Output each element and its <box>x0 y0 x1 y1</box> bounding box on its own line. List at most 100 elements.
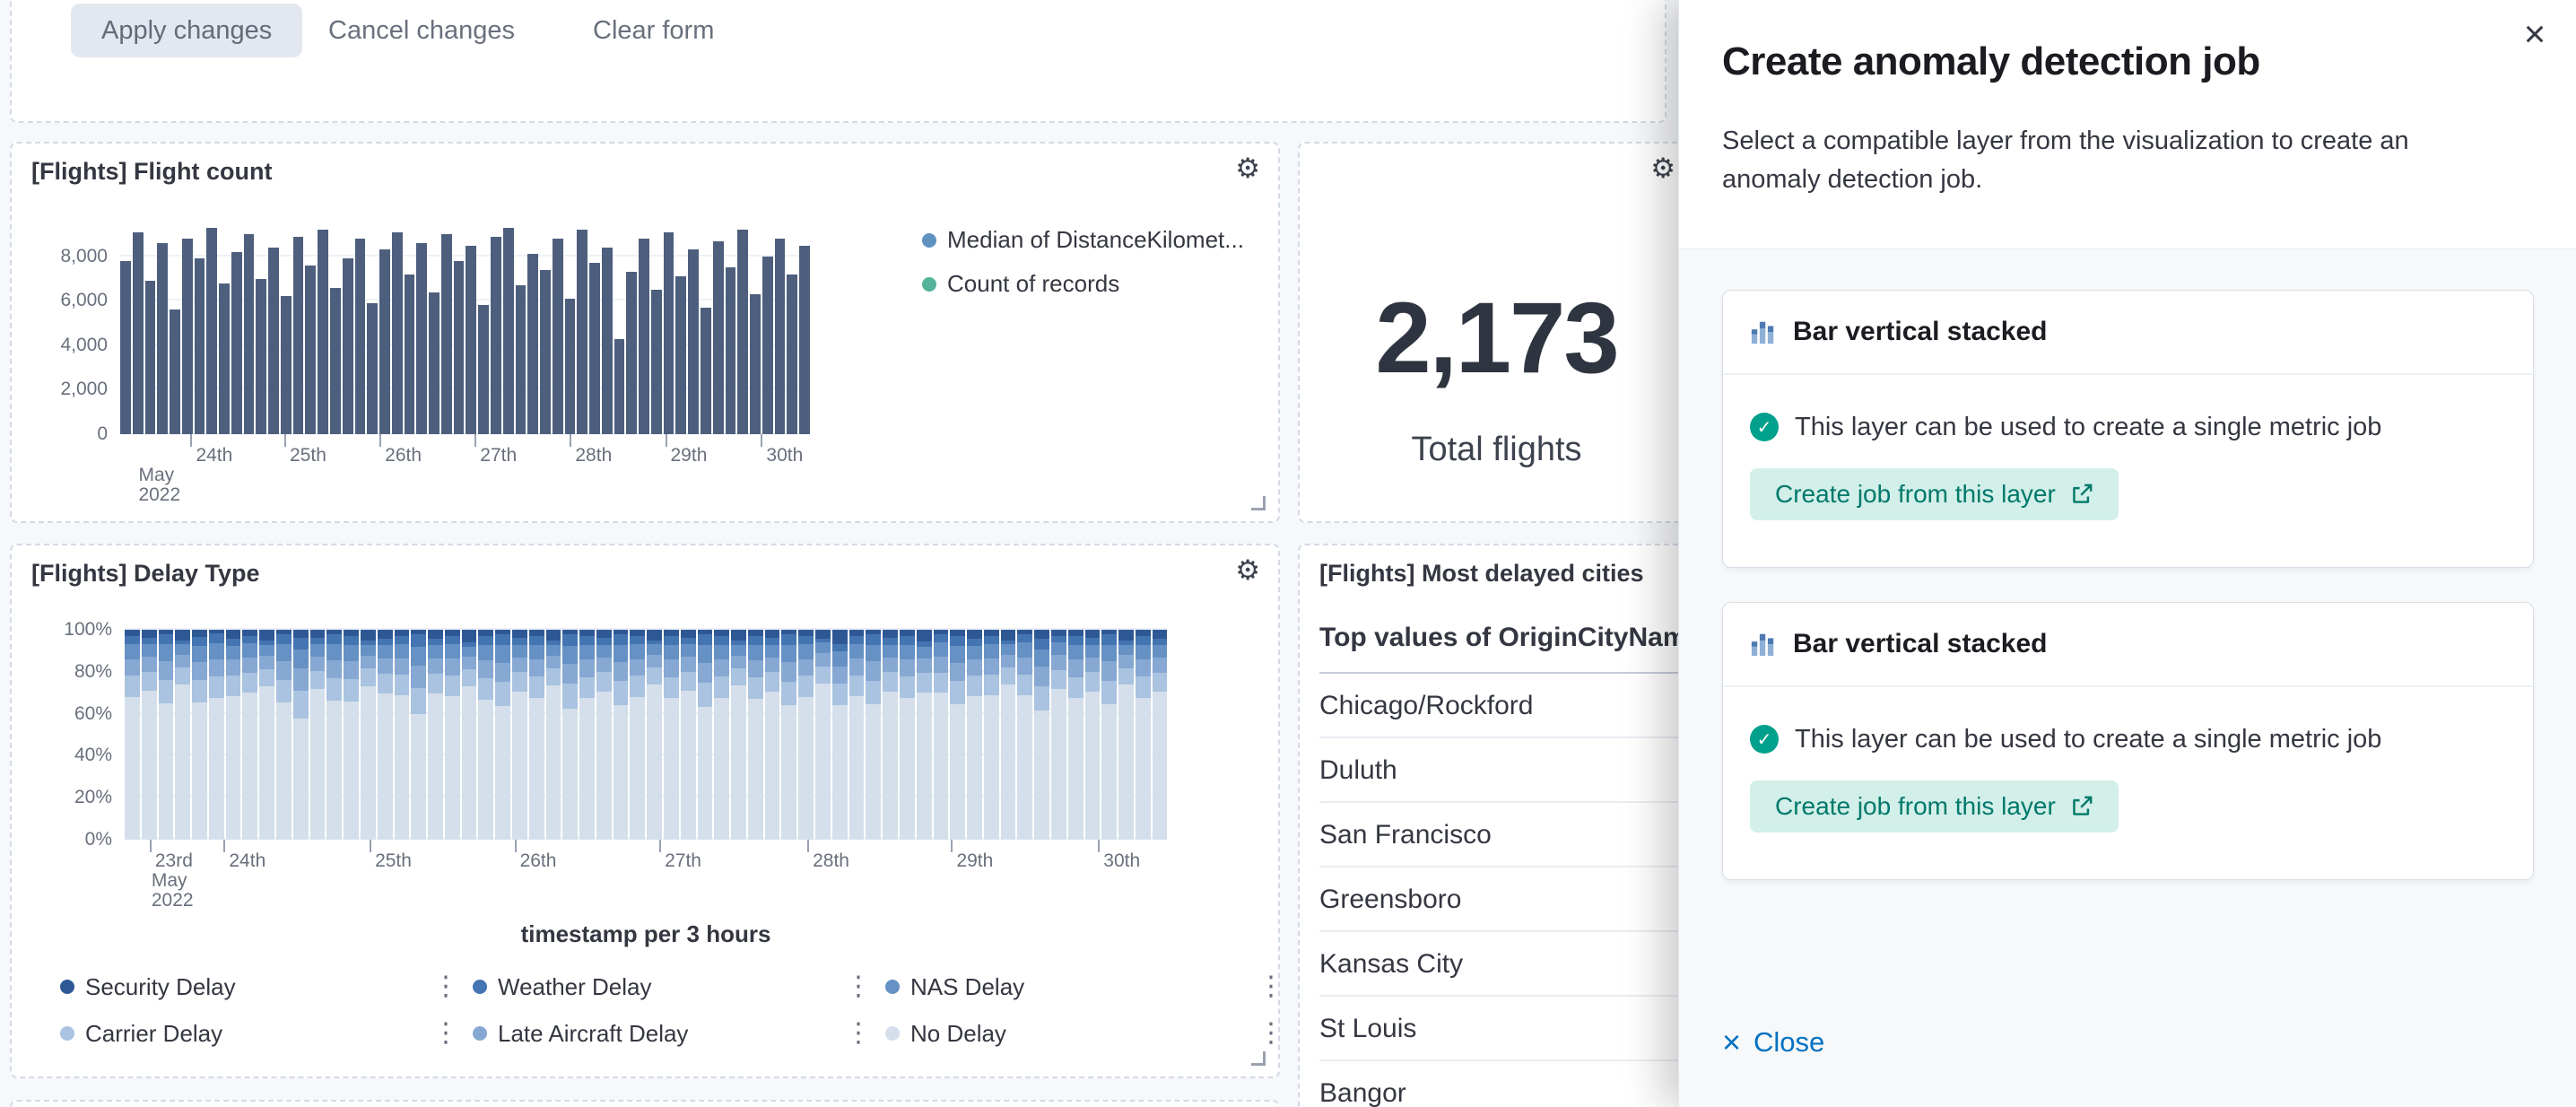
stacked-bar[interactable] <box>495 630 510 840</box>
histogram-bar[interactable] <box>195 258 205 434</box>
stacked-bar[interactable] <box>765 630 780 840</box>
stacked-bar[interactable] <box>698 630 713 840</box>
histogram-bar[interactable] <box>626 272 637 434</box>
histogram-bar[interactable] <box>145 281 156 434</box>
histogram-bar[interactable] <box>392 232 403 434</box>
histogram-bar[interactable] <box>268 248 279 434</box>
histogram-bar[interactable] <box>466 246 476 434</box>
panel-resize-handle-icon[interactable] <box>1251 496 1266 510</box>
histogram-bar[interactable] <box>750 294 761 434</box>
stacked-bar[interactable] <box>529 630 544 840</box>
histogram-bar[interactable] <box>157 243 168 434</box>
stacked-bar[interactable] <box>748 630 763 840</box>
close-flyout-button[interactable]: × Close <box>1722 1026 1824 1059</box>
stacked-bar[interactable] <box>159 630 174 840</box>
cancel-changes-button[interactable]: Cancel changes <box>328 4 515 57</box>
histogram-bar[interactable] <box>503 228 514 434</box>
stacked-bar[interactable] <box>596 630 612 840</box>
legend-options-kebab-icon[interactable]: ⋮ <box>1257 973 1285 1000</box>
histogram-bar[interactable] <box>219 283 230 434</box>
clear-form-button[interactable]: Clear form <box>593 4 714 57</box>
legend-item[interactable]: Late Aircraft Delay⋮ <box>473 1014 873 1053</box>
create-job-button[interactable]: Create job from this layer <box>1750 780 2119 832</box>
histogram-bar[interactable] <box>379 249 390 434</box>
histogram-bar[interactable] <box>231 252 242 434</box>
stacked-bar[interactable] <box>428 630 443 840</box>
histogram-bar[interactable] <box>787 275 797 434</box>
stacked-bar[interactable] <box>361 630 376 840</box>
legend-item[interactable]: NAS Delay⋮ <box>885 967 1285 1007</box>
histogram-bar[interactable] <box>244 234 255 434</box>
create-job-button[interactable]: Create job from this layer <box>1750 468 2119 520</box>
histogram-bar[interactable] <box>688 249 699 434</box>
panel-resize-handle-icon[interactable] <box>1251 1051 1266 1066</box>
histogram-bar[interactable] <box>293 237 304 434</box>
stacked-bar[interactable] <box>310 630 326 840</box>
stacked-bar[interactable] <box>1017 630 1032 840</box>
histogram-bar[interactable] <box>527 254 538 434</box>
stacked-bar[interactable] <box>411 630 426 840</box>
stacked-bar[interactable] <box>664 630 679 840</box>
stacked-bar[interactable] <box>1118 630 1134 840</box>
stacked-bar[interactable] <box>832 630 848 840</box>
histogram-bar[interactable] <box>120 261 131 434</box>
histogram-bar[interactable] <box>355 239 366 434</box>
gear-icon[interactable]: ⚙ <box>1647 151 1679 186</box>
stacked-bar[interactable] <box>326 630 342 840</box>
stacked-bar[interactable] <box>984 630 999 840</box>
legend-options-kebab-icon[interactable]: ⋮ <box>844 1020 873 1047</box>
histogram-bar[interactable] <box>206 228 217 434</box>
histogram-bar[interactable] <box>478 305 489 434</box>
stacked-bar[interactable] <box>781 630 796 840</box>
stacked-bar[interactable] <box>125 630 140 840</box>
histogram-bar[interactable] <box>762 257 773 434</box>
histogram-bar[interactable] <box>367 303 378 434</box>
histogram-bar[interactable] <box>737 230 748 434</box>
stacked-bar[interactable] <box>142 630 157 840</box>
stacked-bar[interactable] <box>714 630 729 840</box>
histogram-bar[interactable] <box>614 339 625 434</box>
histogram-bar[interactable] <box>701 308 711 434</box>
histogram-bar[interactable] <box>343 258 353 434</box>
histogram-bar[interactable] <box>281 296 292 434</box>
stacked-bar[interactable] <box>276 630 292 840</box>
stacked-bar[interactable] <box>883 630 898 840</box>
stacked-bar[interactable] <box>1085 630 1101 840</box>
legend-item[interactable]: Median of DistanceKilomet... <box>922 226 1244 254</box>
histogram-bar[interactable] <box>516 285 527 434</box>
stacked-bar[interactable] <box>917 630 932 840</box>
histogram-bar[interactable] <box>318 230 328 434</box>
stacked-bar[interactable] <box>1153 630 1168 840</box>
stacked-bar[interactable] <box>478 630 493 840</box>
stacked-bar[interactable] <box>209 630 224 840</box>
legend-options-kebab-icon[interactable]: ⋮ <box>844 973 873 1000</box>
stacked-bar[interactable] <box>192 630 207 840</box>
histogram-bar[interactable] <box>713 241 724 434</box>
histogram-bar[interactable] <box>553 239 563 434</box>
histogram-bar[interactable] <box>651 290 662 434</box>
histogram-bar[interactable] <box>799 246 810 434</box>
histogram-bar[interactable] <box>589 263 600 434</box>
gear-icon[interactable]: ⚙ <box>1231 553 1264 588</box>
stacked-bar[interactable] <box>562 630 578 840</box>
histogram-bar[interactable] <box>726 267 736 434</box>
stacked-bar[interactable] <box>1001 630 1016 840</box>
stacked-bar[interactable] <box>242 630 257 840</box>
histogram-bar[interactable] <box>256 279 266 434</box>
stacked-bar[interactable] <box>630 630 645 840</box>
stacked-bar[interactable] <box>934 630 949 840</box>
histogram-bar[interactable] <box>416 243 427 434</box>
stacked-bar[interactable] <box>647 630 662 840</box>
legend-item[interactable]: Count of records <box>922 270 1244 298</box>
stacked-bar[interactable] <box>731 630 746 840</box>
histogram-bar[interactable] <box>675 276 686 434</box>
stacked-bar[interactable] <box>614 630 629 840</box>
stacked-bar[interactable] <box>462 630 477 840</box>
stacked-bar[interactable] <box>378 630 393 840</box>
histogram-bar[interactable] <box>441 234 452 434</box>
apply-changes-button[interactable]: Apply changes <box>71 4 302 57</box>
histogram-bar[interactable] <box>405 275 415 434</box>
stacked-bar[interactable] <box>1034 630 1049 840</box>
stacked-bar[interactable] <box>293 630 309 840</box>
histogram-bar[interactable] <box>429 292 439 434</box>
